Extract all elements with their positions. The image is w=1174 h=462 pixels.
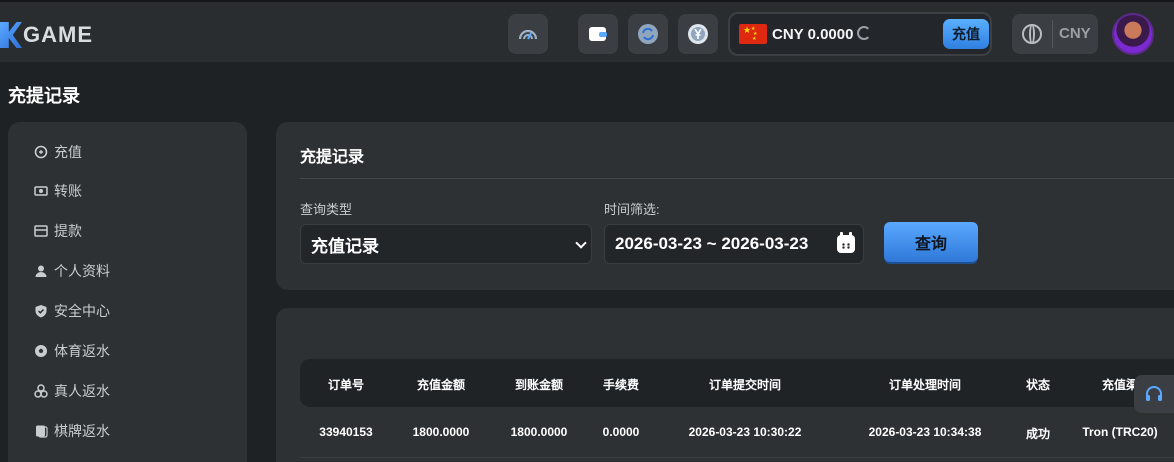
query-type-select[interactable]: 充值记录 [300,224,592,264]
globe-icon [1022,24,1042,44]
sidebar-item-label: 体育返水 [54,343,110,359]
column-header: 手续费 [602,378,640,392]
sidebar-item-label: 安全中心 [54,303,110,319]
sidebar-item-label: 提款 [54,223,82,239]
sidebar-item-label: 转账 [54,183,82,199]
exchange-button[interactable] [628,14,668,54]
shield-icon [34,304,48,318]
sidebar-item-withdraw[interactable]: 提款 [34,221,82,241]
status-cell: 成功 [1025,427,1051,441]
query-button[interactable]: 查询 [884,222,978,262]
card-title: 充提记录 [300,149,365,166]
order-number-cell: 33940153 [319,425,373,439]
column-header: 到账金额 [514,378,564,392]
transfer-icon [34,184,48,198]
sidebar-item-profile[interactable]: 个人资料 [34,261,110,281]
date-range-picker[interactable]: 2026-03-23 ~ 2026-03-23 [604,224,864,264]
date-filter-label: 时间筛选: [604,202,660,217]
sidebar-item-security[interactable]: 安全中心 [34,301,110,321]
exchange-icon [638,24,658,44]
process-time-cell: 2026-03-23 10:34:38 [868,425,982,439]
language-currency-selector[interactable]: CNY [1012,14,1098,54]
china-flag-icon: ★ ★ ★ ★ [739,24,767,44]
filter-card: 充提记录 查询类型 充值记录 时间筛选: 2026-03-23 ~ 2026-0… [276,122,1174,290]
wallet-button[interactable] [578,14,618,54]
calendar-icon[interactable] [837,232,855,253]
chevron-down-icon [575,237,587,249]
divider [300,457,1174,458]
speedometer-icon [518,29,538,40]
wallet-icon [589,27,607,41]
sidebar-item-cards-rebate[interactable]: 棋牌返水 [34,421,110,441]
customer-support-button[interactable] [1134,375,1174,413]
column-header: 订单提交时间 [708,378,782,392]
yen-coin-button[interactable] [678,14,718,54]
headset-icon [1146,386,1162,401]
column-header: 充值金额 [416,378,466,392]
divider [1052,20,1053,48]
records-table: 订单号 充值金额 到账金额 手续费 订单提交时间 订单处理时间 状态 充值渠 3… [276,308,1174,462]
sidebar: 充值 转账 提款 个人资料 安全中心 体育返水 真人返水 棋牌返水 [8,122,247,462]
sidebar-item-transfer[interactable]: 转账 [34,181,82,201]
channel-cell: Tron (TRC20) [1082,425,1158,439]
table-row: 33940153 1800.0000 1800.0000 0.0000 2026… [300,407,1174,457]
top-bar: GAME ★ ★ ★ ★ CNY 0.0000 充值 CNY [0,0,1174,62]
query-type-label: 查询类型 [300,202,353,217]
recharge-button[interactable]: 充值 [943,19,989,49]
query-type-value: 充值记录 [311,236,379,256]
logo[interactable]: GAME [0,20,93,50]
withdraw-icon [34,224,48,238]
received-amount-cell: 1800.0000 [510,425,568,439]
sidebar-item-live-rebate[interactable]: 真人返水 [34,381,110,401]
avatar[interactable] [1112,13,1154,55]
sidebar-item-label: 充值 [54,144,82,160]
logo-k-mark [0,22,22,48]
table-header: 订单号 充值金额 到账金额 手续费 订单提交时间 订单处理时间 状态 充值渠 [300,359,1174,407]
user-icon [34,264,48,278]
yen-coin-icon [688,24,708,44]
sidebar-item-recharge[interactable]: 充值 [34,142,82,162]
cards-icon [34,424,48,438]
column-header: 状态 [1025,378,1051,392]
casino-chips-icon [34,384,48,398]
balance-amount: CNY 0.0000 [772,26,854,43]
refresh-icon[interactable] [857,26,871,40]
sidebar-item-label: 个人资料 [54,263,110,279]
logo-text: GAME [23,22,93,47]
sidebar-item-sports-rebate[interactable]: 体育返水 [34,341,110,361]
column-header: 订单号 [327,378,365,392]
column-header: 订单处理时间 [888,378,962,392]
sidebar-item-label: 棋牌返水 [54,423,110,439]
soccer-ball-icon [34,344,48,358]
date-range-value: 2026-03-23 ~ 2026-03-23 [615,234,809,253]
page-title: 充提记录 [8,86,80,106]
divider [300,178,1174,179]
recharge-icon [34,145,48,159]
recharge-amount-cell: 1800.0000 [412,425,470,439]
balance-box: ★ ★ ★ ★ CNY 0.0000 充值 [728,12,992,56]
fee-cell: 0.0000 [602,425,640,439]
submit-time-cell: 2026-03-23 10:30:22 [688,425,802,439]
sidebar-item-label: 真人返水 [54,383,110,399]
speedometer-button[interactable] [508,14,548,54]
currency-label: CNY [1059,25,1091,42]
column-header: 充值渠 [1101,378,1139,392]
